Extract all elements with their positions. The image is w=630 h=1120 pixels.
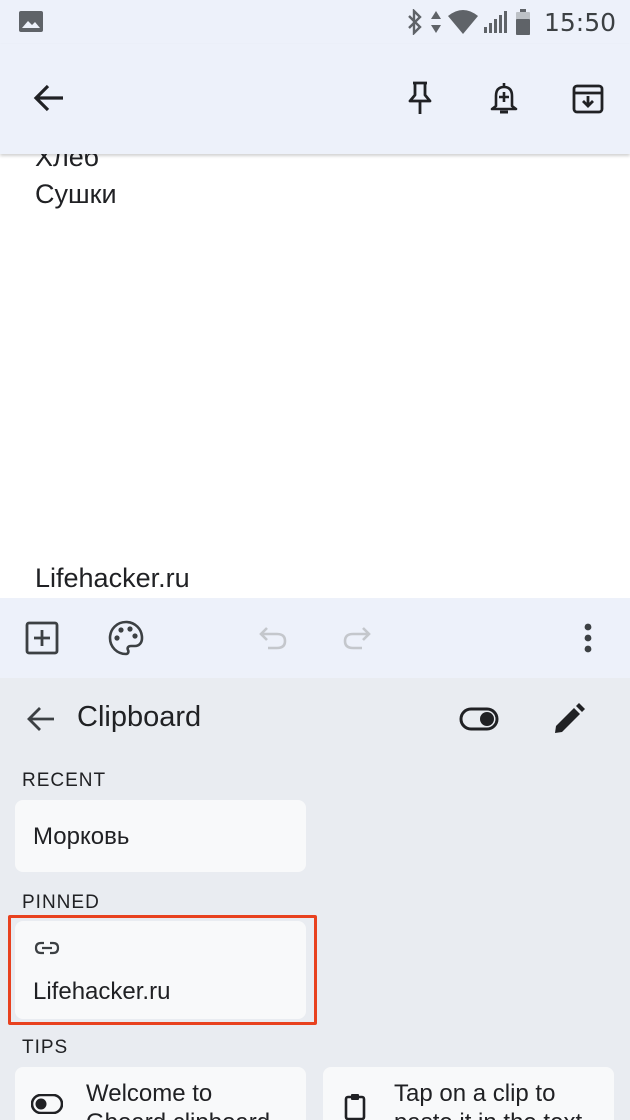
tip-card[interactable]: Tap on a clip to paste it in the text bo… <box>323 1067 614 1120</box>
tip-text: Welcome to Gboard clipboard <box>86 1080 270 1120</box>
add-reminder-button[interactable] <box>480 74 528 122</box>
archive-icon <box>572 84 604 114</box>
recent-section-label: RECENT <box>22 770 107 791</box>
pin-button[interactable] <box>396 74 444 122</box>
clip-text: Морковь <box>33 823 130 850</box>
tips-section-label: TIPS <box>22 1037 69 1058</box>
archive-button[interactable] <box>564 74 612 122</box>
tip-text: Tap on a clip to paste it in the text bo… <box>394 1080 582 1120</box>
arrow-back-icon <box>33 84 63 112</box>
wifi-icon <box>447 10 478 34</box>
more-vert-icon <box>584 623 592 653</box>
signal-icon <box>483 11 507 33</box>
clipboard-edit-button[interactable] <box>545 695 593 743</box>
note-app-bar <box>0 44 630 154</box>
note-toolbar <box>0 598 630 678</box>
undo-icon <box>259 627 287 650</box>
redo-button[interactable] <box>333 614 381 662</box>
bluetooth-icon <box>408 9 422 35</box>
color-button[interactable] <box>102 614 150 662</box>
note-body[interactable]: Хлеб Сушки Lifehacker.ru <box>0 154 630 598</box>
image-icon <box>19 11 43 32</box>
highlight-box <box>8 915 317 1025</box>
battery-icon <box>515 9 530 35</box>
add-content-button[interactable] <box>18 614 66 662</box>
clip-item-recent[interactable]: Морковь <box>15 800 306 872</box>
status-time: 15:50 <box>543 7 616 37</box>
status-bar: 15:50 <box>0 0 630 44</box>
note-line: Сушки <box>35 179 117 209</box>
note-line: Хлеб <box>35 154 99 172</box>
palette-icon <box>108 620 144 656</box>
clipboard-panel: Clipboard RECENT Морковь PINNED Lifehack… <box>0 678 630 1120</box>
clipboard-back-button[interactable] <box>17 695 65 743</box>
clipboard-toggle[interactable] <box>455 695 503 743</box>
add-reminder-icon <box>490 83 518 114</box>
tip-card[interactable]: Welcome to Gboard clipboard <box>15 1067 306 1120</box>
edit-icon <box>555 703 585 733</box>
clipboard-icon <box>344 1094 366 1120</box>
toggle-icon <box>31 1094 63 1114</box>
redo-icon <box>343 627 371 650</box>
toggle-icon <box>459 707 499 731</box>
add-box-icon <box>25 621 59 655</box>
pin-icon <box>408 81 432 114</box>
note-bottom-text: Lifehacker.ru <box>35 563 190 593</box>
undo-button[interactable] <box>249 614 297 662</box>
arrow-back-icon <box>27 707 54 731</box>
back-button[interactable] <box>25 74 73 122</box>
data-arrows-icon <box>430 11 441 33</box>
pinned-section-label: PINNED <box>22 892 100 913</box>
more-options-button[interactable] <box>564 614 612 662</box>
clipboard-title: Clipboard <box>77 701 202 733</box>
